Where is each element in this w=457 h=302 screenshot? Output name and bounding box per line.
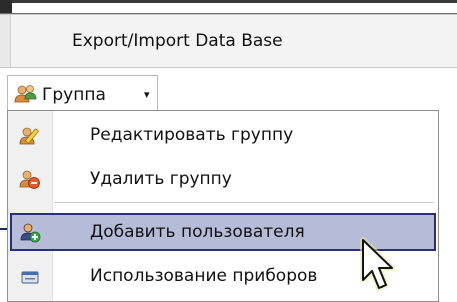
background-row-edge bbox=[0, 228, 7, 230]
mouse-pointer-icon bbox=[355, 236, 401, 300]
users-group-icon bbox=[14, 84, 38, 108]
add-user-icon bbox=[19, 222, 41, 248]
menu-item-label: Добавить пользователя bbox=[90, 222, 305, 242]
top-left-dark-block bbox=[0, 0, 12, 13]
delete-group-icon bbox=[19, 169, 41, 195]
window-top-edge bbox=[0, 0, 457, 14]
export-import-label: Export/Import Data Base bbox=[72, 31, 283, 51]
menu-left-edge bbox=[0, 15, 11, 67]
menu-item-label: Использование приборов bbox=[90, 266, 318, 286]
menu-item-label: Удалить группу bbox=[90, 169, 232, 189]
menu-item-label: Редактировать группу bbox=[90, 125, 294, 145]
edit-group-icon bbox=[19, 125, 41, 151]
menu-item-export-import[interactable]: Export/Import Data Base bbox=[0, 14, 457, 68]
menu-item-edit-group[interactable]: Редактировать группу bbox=[10, 116, 436, 154]
menu-separator bbox=[54, 202, 434, 204]
group-dropdown-button[interactable]: Группа ▾ bbox=[7, 75, 158, 111]
top-border-line bbox=[12, 0, 457, 3]
device-usage-icon bbox=[19, 266, 41, 292]
menu-item-delete-group[interactable]: Удалить группу bbox=[10, 160, 436, 198]
group-button-label: Группа bbox=[42, 85, 106, 105]
chevron-down-icon: ▾ bbox=[144, 88, 150, 101]
